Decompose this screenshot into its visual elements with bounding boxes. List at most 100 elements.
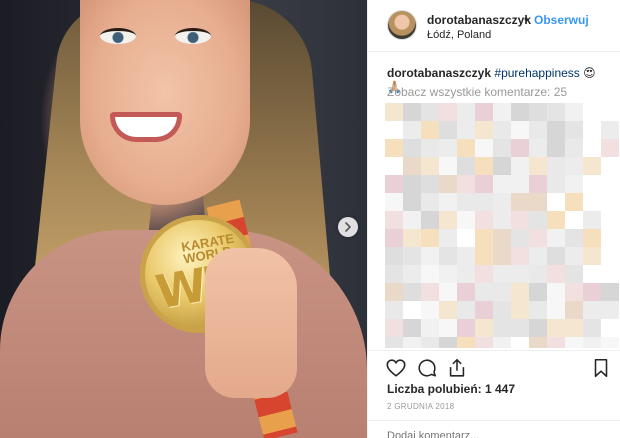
blur-tile (511, 301, 529, 319)
caption-username[interactable]: dorotabanaszczyk (387, 66, 491, 80)
follow-button[interactable]: Obserwuj (534, 13, 589, 27)
add-comment-input[interactable] (387, 430, 587, 438)
blur-tile (457, 247, 475, 265)
blur-tile (493, 157, 511, 175)
blur-tile (601, 319, 619, 337)
view-all-comments-link[interactable]: Zobacz wszystkie komentarze: 25 (387, 85, 567, 99)
blur-tile (529, 139, 547, 157)
blur-tile (547, 283, 565, 301)
blur-tile (439, 247, 457, 265)
blur-tile (583, 139, 601, 157)
blur-tile (475, 247, 493, 265)
blur-tile (385, 103, 403, 121)
blur-tile (385, 139, 403, 157)
blur-tile (475, 319, 493, 337)
blur-tile (601, 103, 619, 121)
blur-tile (493, 121, 511, 139)
blur-tile (421, 337, 439, 348)
blur-tile (493, 247, 511, 265)
blur-tile (583, 283, 601, 301)
blur-tile (457, 283, 475, 301)
blur-tile (511, 337, 529, 348)
blur-tile (403, 103, 421, 121)
author-username[interactable]: dorotabanaszczyk (427, 13, 531, 27)
blur-tile (565, 319, 583, 337)
blur-tile (601, 121, 619, 139)
blur-tile (583, 157, 601, 175)
blur-tile (439, 265, 457, 283)
comment-bubble-icon[interactable] (416, 357, 438, 379)
blur-tile (439, 175, 457, 193)
blur-tile (385, 157, 403, 175)
blur-tile (439, 103, 457, 121)
blur-tile (493, 175, 511, 193)
blur-tile (565, 157, 583, 175)
blur-tile (421, 139, 439, 157)
blur-tile (385, 121, 403, 139)
blur-tile (439, 319, 457, 337)
blur-tile (403, 283, 421, 301)
blur-tile (565, 265, 583, 283)
likes-count[interactable]: Liczba polubień: 1 447 (387, 382, 515, 396)
blur-tile (511, 139, 529, 157)
blur-tile (565, 337, 583, 348)
blur-tile (511, 193, 529, 211)
blur-tile (475, 301, 493, 319)
blur-tile (565, 139, 583, 157)
blur-tile (511, 319, 529, 337)
share-icon[interactable] (446, 357, 468, 379)
blur-tile (529, 157, 547, 175)
blur-tile (385, 319, 403, 337)
location-link[interactable]: Łódź, Poland (427, 29, 491, 41)
blur-tile (529, 319, 547, 337)
follow-separator: • (524, 12, 529, 26)
blurred-comments-area (385, 103, 620, 348)
blur-tile (511, 229, 529, 247)
avatar[interactable] (387, 10, 417, 40)
blur-tile (529, 103, 547, 121)
blur-tile (529, 265, 547, 283)
blur-tile (493, 193, 511, 211)
next-photo-button[interactable] (338, 217, 358, 237)
blur-tile (547, 247, 565, 265)
blur-tile (565, 103, 583, 121)
blur-tile (439, 121, 457, 139)
blur-tile (385, 247, 403, 265)
heart-icon[interactable] (385, 357, 407, 379)
blur-tile (511, 103, 529, 121)
blur-tile (583, 175, 601, 193)
blur-tile (601, 211, 619, 229)
blur-tile (421, 283, 439, 301)
post-date[interactable]: 2 GRUDNIA 2018 (387, 402, 454, 411)
blur-tile (493, 139, 511, 157)
blur-tile (421, 319, 439, 337)
blur-tile (421, 193, 439, 211)
blur-tile (547, 319, 565, 337)
blur-tile (439, 229, 457, 247)
blur-tile (565, 283, 583, 301)
bookmark-icon[interactable] (590, 357, 612, 379)
post-photo[interactable]: KARATE WORLD WK (0, 0, 367, 438)
blur-tile (439, 157, 457, 175)
photo-eye-right (175, 28, 211, 44)
blur-tile (385, 211, 403, 229)
blur-tile (403, 301, 421, 319)
photo-hand (205, 248, 297, 398)
blur-tile (511, 175, 529, 193)
blur-tile (403, 229, 421, 247)
blur-tile (403, 337, 421, 348)
blur-tile (403, 193, 421, 211)
blur-tile (493, 103, 511, 121)
blur-tile (475, 121, 493, 139)
caption-hashtag[interactable]: #purehappiness (494, 66, 579, 80)
blur-tile (565, 229, 583, 247)
blur-tile (421, 265, 439, 283)
blur-tile (385, 193, 403, 211)
blur-tile (583, 247, 601, 265)
blur-tile (601, 247, 619, 265)
blur-tile (421, 103, 439, 121)
blur-tile (547, 265, 565, 283)
blur-tile (529, 193, 547, 211)
blur-tile (439, 193, 457, 211)
blur-tile (547, 301, 565, 319)
